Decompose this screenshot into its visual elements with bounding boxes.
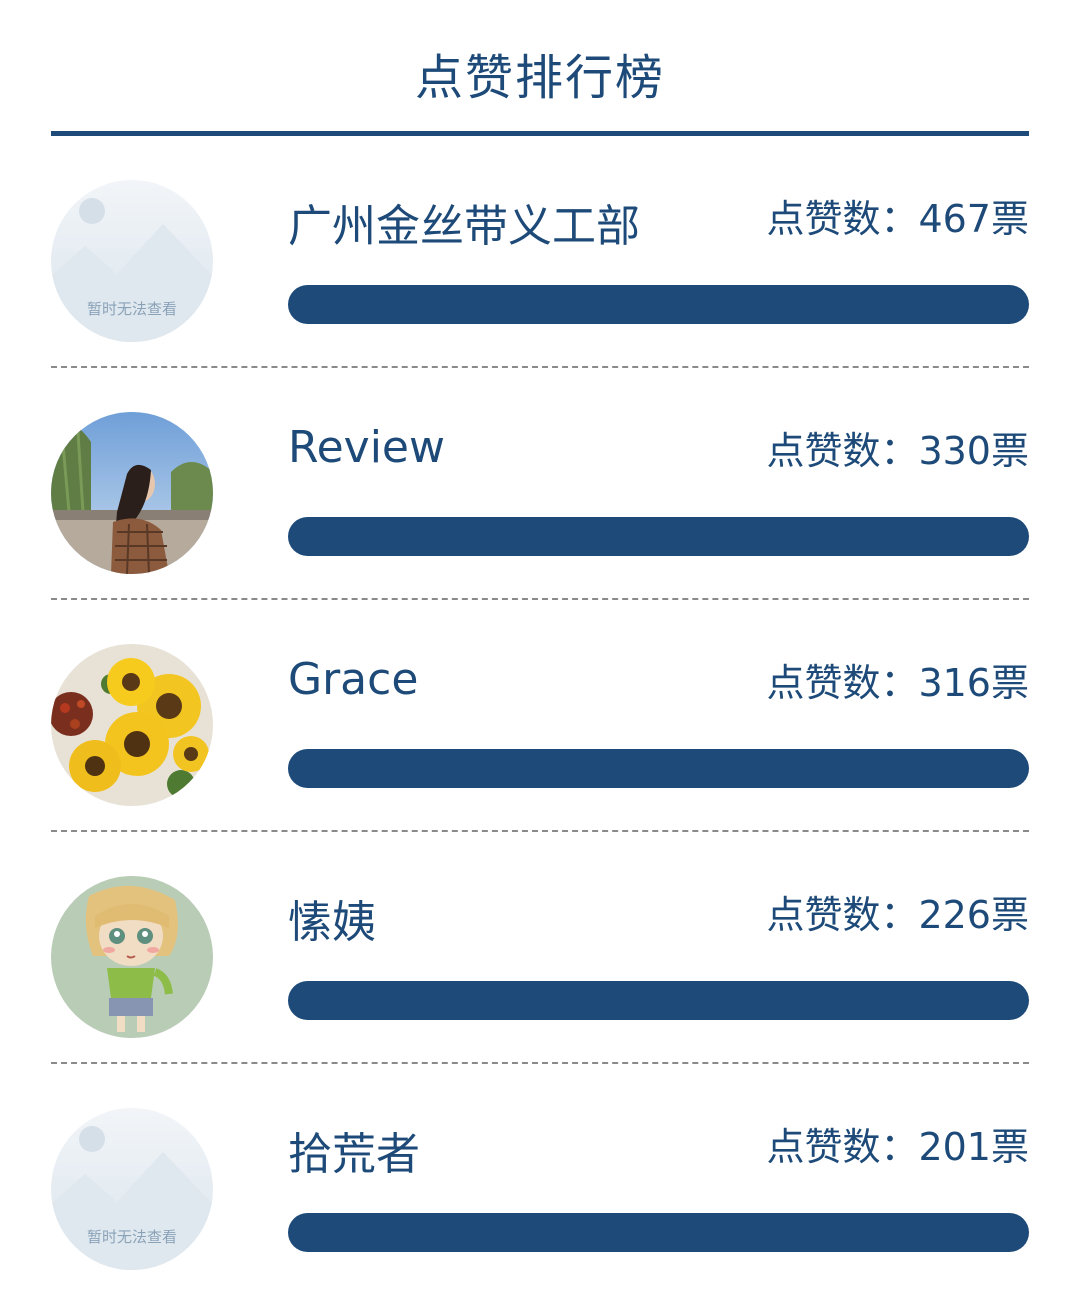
vote-number: 330 bbox=[918, 429, 991, 473]
vote-unit: 票 bbox=[990, 661, 1029, 705]
vote-label: 点赞数： bbox=[766, 661, 919, 705]
participant-name: Grace bbox=[288, 654, 419, 705]
vote-label: 点赞数： bbox=[766, 197, 919, 241]
vote-number: 201 bbox=[918, 1125, 991, 1169]
placeholder-text: 暂时无法查看 bbox=[87, 300, 177, 318]
vote-progress-bar bbox=[288, 285, 1029, 324]
vote-count: 点赞数：330票 bbox=[766, 420, 1029, 475]
list-item[interactable]: 暂时无法查看 广州金丝带义工部 点赞数：467票 bbox=[51, 136, 1029, 368]
placeholder-avatar-icon[interactable]: 暂时无法查看 bbox=[51, 1108, 213, 1270]
participant-name: 广州金丝带义工部 bbox=[288, 201, 640, 252]
vote-label: 点赞数： bbox=[766, 429, 919, 473]
vote-number: 226 bbox=[918, 893, 991, 937]
page-title: 点赞排行榜 bbox=[414, 50, 665, 106]
vote-unit: 票 bbox=[990, 429, 1029, 473]
vote-unit: 票 bbox=[990, 1125, 1029, 1169]
cartoon-drawing-avatar-icon[interactable] bbox=[51, 876, 213, 1038]
placeholder-avatar-icon[interactable]: 暂时无法查看 bbox=[51, 180, 213, 342]
vote-unit: 票 bbox=[990, 893, 1029, 937]
progress-fill bbox=[288, 749, 1029, 788]
participant-name: 愫姨 bbox=[288, 897, 376, 948]
vote-label: 点赞数： bbox=[766, 1125, 919, 1169]
vote-number: 316 bbox=[918, 661, 991, 705]
list-item[interactable]: Grace 点赞数：316票 bbox=[51, 600, 1029, 832]
vote-progress-bar bbox=[288, 981, 1029, 1020]
vote-number: 467 bbox=[918, 197, 991, 241]
list-item[interactable]: 愫姨 点赞数：226票 bbox=[51, 832, 1029, 1064]
vote-progress-bar bbox=[288, 1213, 1029, 1252]
progress-fill bbox=[288, 1213, 1029, 1252]
ranking-list: 暂时无法查看 广州金丝带义工部 点赞数：467票 Review 点赞数：330票… bbox=[51, 136, 1029, 1296]
progress-fill bbox=[288, 981, 1029, 1020]
vote-count: 点赞数：226票 bbox=[766, 884, 1029, 939]
girl-outdoor-avatar-icon[interactable] bbox=[51, 412, 213, 574]
vote-label: 点赞数： bbox=[766, 893, 919, 937]
vote-progress-bar bbox=[288, 749, 1029, 788]
ranking-page: 点赞排行榜 暂时无法查看 广州金丝带义工部 点赞数：467票 Review 点赞… bbox=[0, 0, 1080, 1296]
sunflower-avatar-icon[interactable] bbox=[51, 644, 213, 806]
vote-count: 点赞数：316票 bbox=[766, 652, 1029, 707]
list-item[interactable]: Review 点赞数：330票 bbox=[51, 368, 1029, 600]
list-item[interactable]: 暂时无法查看 拾荒者 点赞数：201票 bbox=[51, 1064, 1029, 1296]
vote-count: 点赞数：201票 bbox=[766, 1116, 1029, 1171]
vote-unit: 票 bbox=[990, 197, 1029, 241]
progress-fill bbox=[288, 285, 1029, 324]
placeholder-text: 暂时无法查看 bbox=[87, 1228, 177, 1246]
participant-name: Review bbox=[288, 422, 445, 473]
progress-fill bbox=[288, 517, 1029, 556]
vote-progress-bar bbox=[288, 517, 1029, 556]
participant-name: 拾荒者 bbox=[288, 1129, 420, 1180]
vote-count: 点赞数：467票 bbox=[766, 188, 1029, 243]
